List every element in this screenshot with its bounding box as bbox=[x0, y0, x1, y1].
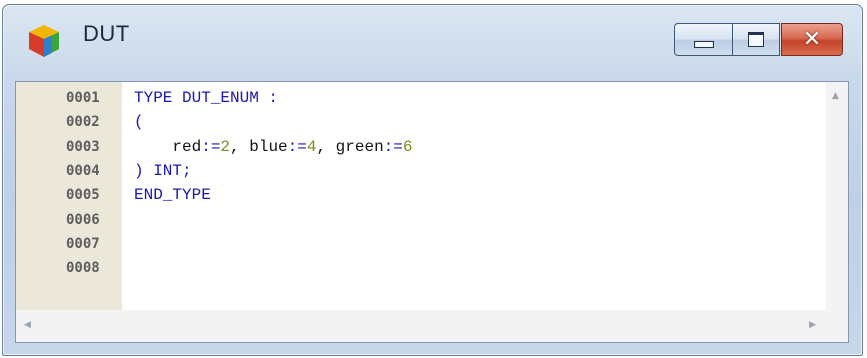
window-title: DUT bbox=[83, 21, 130, 46]
code-token: := bbox=[383, 137, 403, 156]
code-area[interactable]: 0001 TYPE DUT_ENUM :0002(0003 red:=2, blu… bbox=[16, 86, 826, 280]
minimize-button[interactable] bbox=[674, 23, 733, 56]
close-icon: ✕ bbox=[802, 26, 822, 52]
code-editor[interactable]: 0001 TYPE DUT_ENUM :0002(0003 red:=2, blu… bbox=[15, 81, 849, 343]
code-token: := bbox=[201, 137, 221, 156]
vertical-scrollbar[interactable]: ▲ bbox=[826, 82, 848, 310]
line-number: 0008 bbox=[66, 260, 100, 277]
code-line[interactable]: 0008 bbox=[16, 256, 826, 280]
code-text: END_TYPE bbox=[122, 186, 211, 204]
code-token: green bbox=[335, 137, 384, 156]
code-token: := bbox=[287, 137, 307, 156]
code-line[interactable]: 0004 ) INT; bbox=[16, 159, 826, 183]
code-token: ( bbox=[134, 113, 144, 132]
scroll-right-arrow-icon[interactable]: ▶ bbox=[809, 320, 816, 330]
code-line[interactable]: 0007 bbox=[16, 232, 826, 256]
code-token: , bbox=[316, 137, 336, 156]
code-text: TYPE DUT_ENUM : bbox=[122, 89, 278, 107]
code-token: red bbox=[134, 137, 202, 156]
line-number: 0001 bbox=[66, 90, 100, 107]
code-token: 2 bbox=[220, 137, 231, 156]
close-button[interactable]: ✕ bbox=[781, 23, 843, 56]
code-line[interactable]: 0002 ( bbox=[16, 110, 826, 134]
line-number: 0004 bbox=[66, 163, 100, 180]
cube-icon bbox=[29, 25, 59, 57]
code-line[interactable]: 0005 END_TYPE bbox=[16, 183, 826, 207]
code-token: ) INT; bbox=[134, 162, 192, 181]
code-text: red:=2, blue:=4, green:=6 bbox=[122, 138, 412, 156]
code-line[interactable]: 0003 red:=2, blue:=4, green:=6 bbox=[16, 135, 826, 159]
title-bar[interactable]: DUT ✕ bbox=[3, 5, 862, 75]
maximize-icon bbox=[748, 32, 764, 47]
scroll-left-arrow-icon[interactable]: ◀ bbox=[24, 320, 31, 330]
line-number: 0005 bbox=[66, 187, 100, 204]
scroll-up-arrow-icon[interactable]: ▲ bbox=[832, 91, 839, 101]
code-token: , bbox=[230, 137, 250, 156]
editor-window: DUT ✕ 0001 TYPE DUT_ENUM :0002(0003 red:=… bbox=[2, 4, 863, 356]
line-number: 0007 bbox=[66, 235, 100, 252]
code-token: 6 bbox=[402, 137, 413, 156]
code-text: ) INT; bbox=[122, 162, 192, 180]
code-line[interactable]: 0001 TYPE DUT_ENUM : bbox=[16, 86, 826, 110]
line-number: 0002 bbox=[66, 114, 100, 131]
code-text: ( bbox=[122, 113, 144, 131]
code-token: END_TYPE bbox=[134, 186, 211, 205]
maximize-button[interactable] bbox=[732, 23, 780, 56]
minimize-icon bbox=[693, 41, 714, 48]
line-number: 0006 bbox=[66, 211, 100, 228]
code-token: 4 bbox=[306, 137, 317, 156]
code-token: blue bbox=[249, 137, 288, 156]
code-token: TYPE DUT_ENUM : bbox=[134, 89, 279, 108]
line-number: 0003 bbox=[66, 138, 100, 155]
code-line[interactable]: 0006 bbox=[16, 207, 826, 231]
horizontal-scrollbar[interactable]: ◀ ▶ bbox=[16, 310, 848, 342]
